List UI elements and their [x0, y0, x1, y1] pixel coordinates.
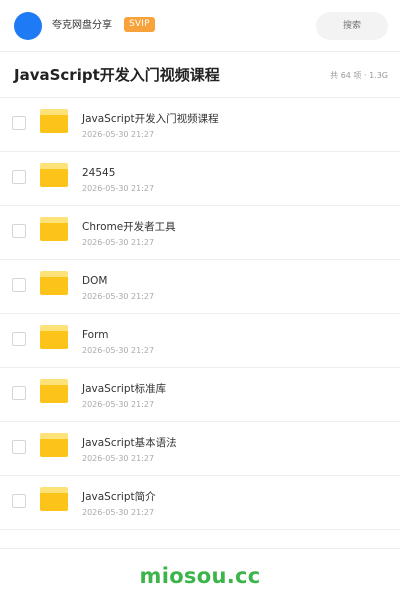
avatar[interactable]: [14, 12, 42, 40]
row-checkbox[interactable]: [12, 494, 26, 508]
search-input[interactable]: [316, 12, 388, 40]
file-date: 2026-05-30 21:27: [82, 238, 155, 247]
list-item[interactable]: 24545 2026-05-30 21:27: [0, 152, 400, 206]
file-date: 2026-05-30 21:27: [82, 130, 155, 139]
file-date: 2026-05-30 21:27: [82, 400, 155, 409]
brand-watermark: miosou.cc: [139, 564, 261, 588]
folder-icon: [40, 325, 68, 349]
list-item[interactable]: JavaScript开发入门视频课程 2026-05-30 21:27: [0, 98, 400, 152]
username: 夸克网盘分享: [52, 20, 112, 31]
file-date: 2026-05-30 21:27: [82, 508, 155, 517]
list-item[interactable]: JavaScript简介 2026-05-30 21:27: [0, 476, 400, 530]
row-checkbox[interactable]: [12, 386, 26, 400]
folder-icon: [40, 217, 68, 241]
folder-header: JavaScript开发入门视频课程 共 64 项 · 1.3G: [0, 52, 400, 98]
file-name: 24545: [82, 167, 116, 179]
list-item[interactable]: Form 2026-05-30 21:27: [0, 314, 400, 368]
folder-icon: [40, 487, 68, 511]
file-name: JavaScript基本语法: [82, 437, 177, 449]
file-name: JavaScript简介: [82, 491, 156, 503]
row-checkbox[interactable]: [12, 440, 26, 454]
svip-badge: SVIP: [124, 17, 155, 32]
folder-icon: [40, 379, 68, 403]
row-checkbox[interactable]: [12, 170, 26, 184]
list-item[interactable]: JavaScript基本语法 2026-05-30 21:27: [0, 422, 400, 476]
list-item[interactable]: Chrome开发者工具 2026-05-30 21:27: [0, 206, 400, 260]
file-name: JavaScript开发入门视频课程: [82, 113, 219, 125]
folder-icon: [40, 271, 68, 295]
file-date: 2026-05-30 21:27: [82, 184, 155, 193]
folder-icon: [40, 163, 68, 187]
list-item[interactable]: JavaScript标准库 2026-05-30 21:27: [0, 368, 400, 422]
row-checkbox[interactable]: [12, 332, 26, 346]
file-date: 2026-05-30 21:27: [82, 454, 155, 463]
row-checkbox[interactable]: [12, 278, 26, 292]
folder-meta: 共 64 项 · 1.3G: [330, 71, 388, 80]
file-list: JavaScript开发入门视频课程 2026-05-30 21:27 2454…: [0, 98, 400, 530]
file-date: 2026-05-30 21:27: [82, 292, 155, 301]
file-name: Chrome开发者工具: [82, 221, 176, 233]
row-checkbox[interactable]: [12, 116, 26, 130]
footer: miosou.cc: [0, 548, 400, 600]
folder-icon: [40, 433, 68, 457]
top-bar: 夸克网盘分享 SVIP: [0, 0, 400, 52]
file-name: DOM: [82, 275, 108, 287]
file-name: JavaScript标准库: [82, 383, 167, 395]
file-name: Form: [82, 329, 109, 341]
file-date: 2026-05-30 21:27: [82, 346, 155, 355]
row-checkbox[interactable]: [12, 224, 26, 238]
folder-icon: [40, 109, 68, 133]
list-item[interactable]: DOM 2026-05-30 21:27: [0, 260, 400, 314]
page-title: JavaScript开发入门视频课程: [14, 66, 220, 84]
